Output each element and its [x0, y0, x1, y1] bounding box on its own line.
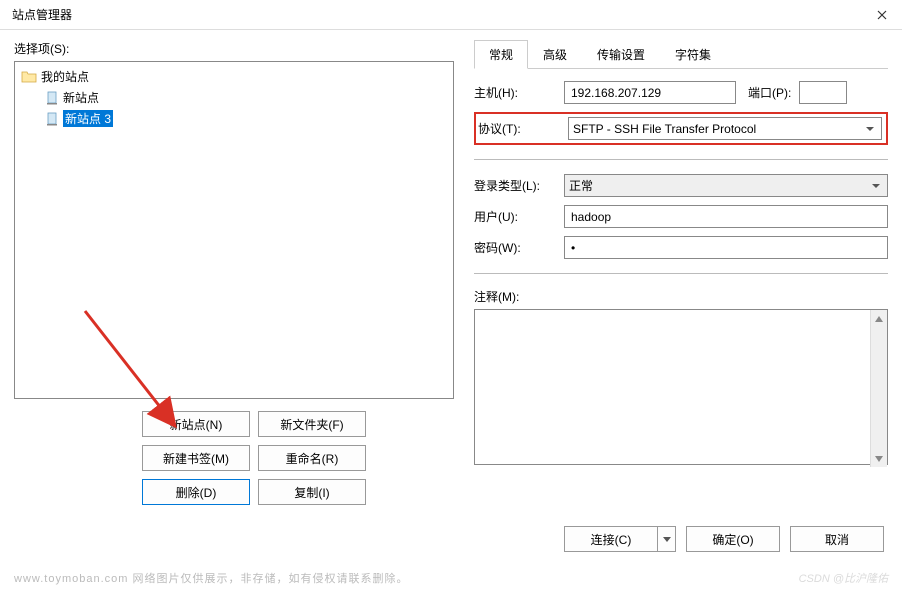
comment-textarea[interactable] — [474, 309, 888, 465]
connect-dropdown-button[interactable] — [658, 526, 676, 552]
tree-item[interactable]: 新站点 — [15, 87, 453, 108]
user-label: 用户(U): — [474, 208, 556, 225]
rename-button[interactable]: 重命名(R) — [258, 445, 366, 471]
password-input[interactable] — [564, 236, 888, 259]
login-type-select[interactable]: 正常 — [564, 174, 888, 197]
host-label: 主机(H): — [474, 84, 556, 101]
copy-button[interactable]: 复制(I) — [258, 479, 366, 505]
protocol-label: 协议(T): — [478, 120, 560, 137]
tab-general[interactable]: 常规 — [474, 40, 528, 69]
tree-item-label: 新站点 3 — [63, 110, 113, 127]
tree-item-selected[interactable]: 新站点 3 — [15, 108, 453, 129]
protocol-row-highlight: 协议(T): SFTP - SSH File Transfer Protocol — [474, 112, 888, 145]
watermark-right: CSDN @比沪隆佑 — [799, 570, 888, 586]
server-icon — [45, 91, 59, 105]
password-label: 密码(W): — [474, 239, 556, 256]
select-entry-label: 选择项(S): — [14, 40, 454, 57]
new-folder-button[interactable]: 新文件夹(F) — [258, 411, 366, 437]
scrollbar[interactable] — [870, 310, 887, 467]
cancel-button[interactable]: 取消 — [790, 526, 884, 552]
host-input[interactable] — [564, 81, 736, 104]
divider — [474, 273, 888, 274]
tree-item-label: 新站点 — [63, 89, 99, 106]
tab-advanced[interactable]: 高级 — [528, 40, 582, 69]
port-label: 端口(P): — [748, 84, 791, 101]
site-tree[interactable]: 我的站点 新站点 新站点 3 — [14, 61, 454, 399]
chevron-down-icon — [663, 537, 671, 542]
new-bookmark-button[interactable]: 新建书签(M) — [142, 445, 250, 471]
watermark-left: www.toymoban.com 网络图片仅供展示，非存储，如有侵权请联系删除。 — [14, 570, 408, 586]
new-site-button[interactable]: 新站点(N) — [142, 411, 250, 437]
delete-button[interactable]: 删除(D) — [142, 479, 250, 505]
window-title: 站点管理器 — [12, 6, 72, 23]
port-input[interactable] — [799, 81, 847, 104]
ok-button[interactable]: 确定(O) — [686, 526, 780, 552]
tab-transfer[interactable]: 传输设置 — [582, 40, 660, 69]
tab-row: 常规 高级 传输设置 字符集 — [474, 40, 888, 69]
server-icon — [45, 112, 59, 126]
tree-root-label: 我的站点 — [41, 68, 89, 85]
scroll-down-icon — [871, 450, 887, 467]
connect-button[interactable]: 连接(C) — [564, 526, 658, 552]
protocol-select[interactable]: SFTP - SSH File Transfer Protocol — [568, 117, 882, 140]
login-type-label: 登录类型(L): — [474, 177, 556, 194]
close-button[interactable] — [862, 0, 902, 30]
scroll-up-icon — [871, 310, 887, 327]
titlebar: 站点管理器 — [0, 0, 902, 30]
close-icon — [877, 10, 887, 20]
user-input[interactable] — [564, 205, 888, 228]
comment-label: 注释(M): — [474, 288, 888, 305]
tab-charset[interactable]: 字符集 — [660, 40, 726, 69]
tree-root-item[interactable]: 我的站点 — [15, 66, 453, 87]
divider — [474, 159, 888, 160]
folder-icon — [21, 70, 37, 84]
